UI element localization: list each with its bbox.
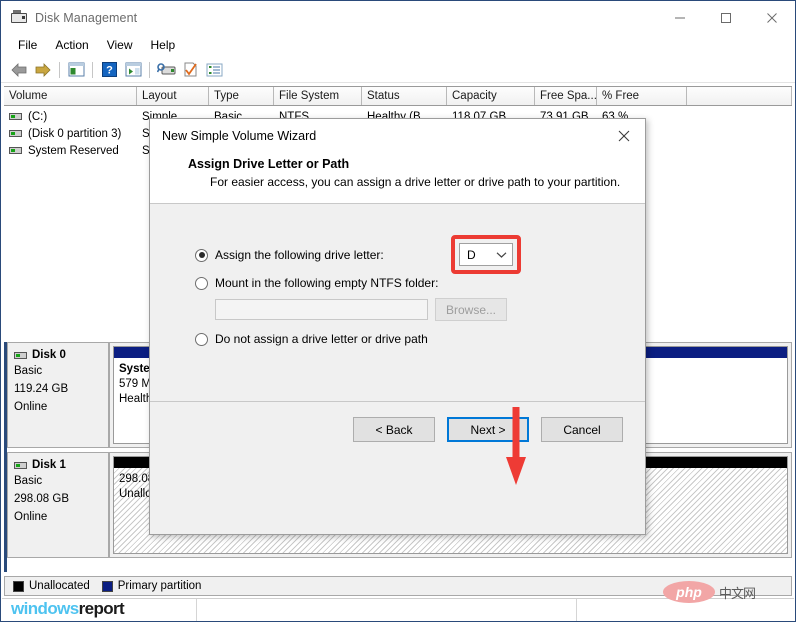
list-view-icon[interactable] [202, 59, 226, 81]
legend-swatch-unallocated [13, 580, 24, 592]
volume-disk-icon [9, 112, 22, 120]
disk-size-1: 298.08 GB [14, 493, 69, 505]
close-icon[interactable] [749, 1, 795, 34]
disk-size-0: 119.24 GB [14, 383, 69, 395]
disk-info-1[interactable]: Disk 1 Basic 298.08 GB Online [7, 452, 109, 558]
toolbar-separator [59, 61, 60, 78]
option-label-no-drive-letter: Do not assign a drive letter or drive pa… [215, 332, 428, 346]
column-header-free-space[interactable]: Free Spa... [535, 87, 597, 105]
legend-label-primary: Primary partition [117, 580, 202, 592]
show-hide-console-tree-icon[interactable] [64, 59, 88, 81]
dialog-header: Assign Drive Letter or Path For easier a… [150, 153, 645, 204]
disk-state-1: Online [14, 511, 48, 523]
new-simple-volume-wizard-dialog: New Simple Volume Wizard Assign Drive Le… [149, 118, 646, 535]
disk-title-0: Disk 0 [14, 349, 102, 361]
column-header-filler [687, 87, 792, 105]
option-label-assign-drive-letter: Assign the following drive letter: [215, 248, 384, 262]
radio-mount-in-folder[interactable] [195, 276, 208, 290]
window-controls [657, 1, 795, 34]
legend-label-unallocated: Unallocated [29, 580, 90, 592]
toolbar-divider [1, 82, 795, 83]
column-header-status[interactable]: Status [362, 87, 447, 105]
column-header-capacity[interactable]: Capacity [447, 87, 535, 105]
volume-list-header: Volume Layout Type File System Status Ca… [4, 86, 792, 106]
volume-disk-icon [9, 129, 22, 137]
php-logo-text: php [676, 584, 702, 600]
status-segment-2 [197, 598, 577, 621]
mount-path-input[interactable] [215, 299, 428, 320]
browse-button[interactable]: Browse... [435, 298, 507, 321]
menu-item-action[interactable]: Action [46, 36, 97, 54]
php-logo: php [662, 581, 715, 603]
rescan-disks-icon[interactable] [154, 59, 178, 81]
menu-item-view[interactable]: View [98, 36, 142, 54]
radio-assign-drive-letter[interactable] [195, 248, 208, 262]
minimize-icon[interactable] [657, 1, 703, 34]
menu-bar: File Action View Help [1, 34, 795, 56]
svg-text:?: ? [106, 65, 113, 77]
window-title: Disk Management [35, 10, 138, 25]
watermark-part-1: windows [11, 599, 79, 618]
maximize-icon[interactable] [703, 1, 749, 34]
option-mount-in-folder[interactable]: Mount in the following empty NTFS folder… [195, 276, 438, 290]
column-header-type[interactable]: Type [209, 87, 274, 105]
column-header-percent-free[interactable]: % Free [597, 87, 687, 105]
dialog-body: Assign the following drive letter: D Mou… [150, 204, 645, 457]
help-icon[interactable]: ? [97, 59, 121, 81]
option-assign-drive-letter[interactable]: Assign the following drive letter: [195, 248, 384, 262]
disk-drive-icon [11, 9, 27, 26]
column-header-file-system[interactable]: File System [274, 87, 362, 105]
toolbar-separator [149, 61, 150, 78]
volume-disk-icon [9, 146, 22, 154]
php-watermark: php 中文网 [662, 581, 756, 603]
radio-no-drive-letter[interactable] [195, 332, 208, 346]
column-header-volume[interactable]: Volume [4, 87, 137, 105]
dialog-title: New Simple Volume Wizard [162, 129, 317, 143]
volume-name-cell: System Reserved [4, 145, 137, 157]
disk-type-0: Basic [14, 365, 43, 377]
watermark-part-2: report [78, 599, 125, 618]
drive-letter-highlight [451, 235, 521, 274]
forward-arrow-icon[interactable] [31, 59, 55, 81]
php-cn-text: 中文网 [718, 585, 756, 601]
cancel-button[interactable]: Cancel [541, 417, 623, 442]
dialog-footer: < Back Next > Cancel [150, 401, 645, 457]
dialog-heading: Assign Drive Letter or Path [188, 157, 350, 171]
disk-state-0: Online [14, 401, 48, 413]
disk-type-1: Basic [14, 475, 43, 487]
option-no-drive-letter[interactable]: Do not assign a drive letter or drive pa… [195, 332, 428, 346]
disk-management-window: Disk Management File Action View Help ? … [0, 0, 796, 622]
windowsreport-watermark: windowsreport [11, 599, 125, 619]
option-label-mount-in-folder: Mount in the following empty NTFS folder… [215, 276, 439, 290]
legend-swatch-primary [101, 580, 113, 592]
down-arrow-annotation [505, 407, 527, 485]
back-arrow-icon[interactable] [7, 59, 31, 81]
column-header-layout[interactable]: Layout [137, 87, 209, 105]
toolbar: ? [1, 56, 795, 83]
volume-name-cell: (C:) [4, 111, 137, 123]
volume-name-cell: (Disk 0 partition 3) [4, 128, 137, 140]
disk-title-1: Disk 1 [14, 459, 102, 471]
dialog-subheading: For easier access, you can assign a driv… [210, 175, 621, 189]
back-button[interactable]: < Back [353, 417, 435, 442]
disk-info-0[interactable]: Disk 0 Basic 119.24 GB Online [7, 342, 109, 448]
legend-item-unallocated: Unallocated [13, 580, 90, 592]
properties-icon[interactable] [178, 59, 202, 81]
disk-icon [14, 351, 27, 359]
toolbar-separator [92, 61, 93, 78]
menu-item-file[interactable]: File [9, 36, 46, 54]
menu-item-help[interactable]: Help [142, 36, 185, 54]
show-hide-action-pane-icon[interactable] [121, 59, 145, 81]
disk-icon [14, 461, 27, 469]
dialog-titlebar: New Simple Volume Wizard [150, 119, 645, 153]
legend-item-primary-partition: Primary partition [101, 580, 202, 592]
close-icon[interactable] [603, 119, 645, 153]
window-titlebar: Disk Management [1, 1, 795, 34]
